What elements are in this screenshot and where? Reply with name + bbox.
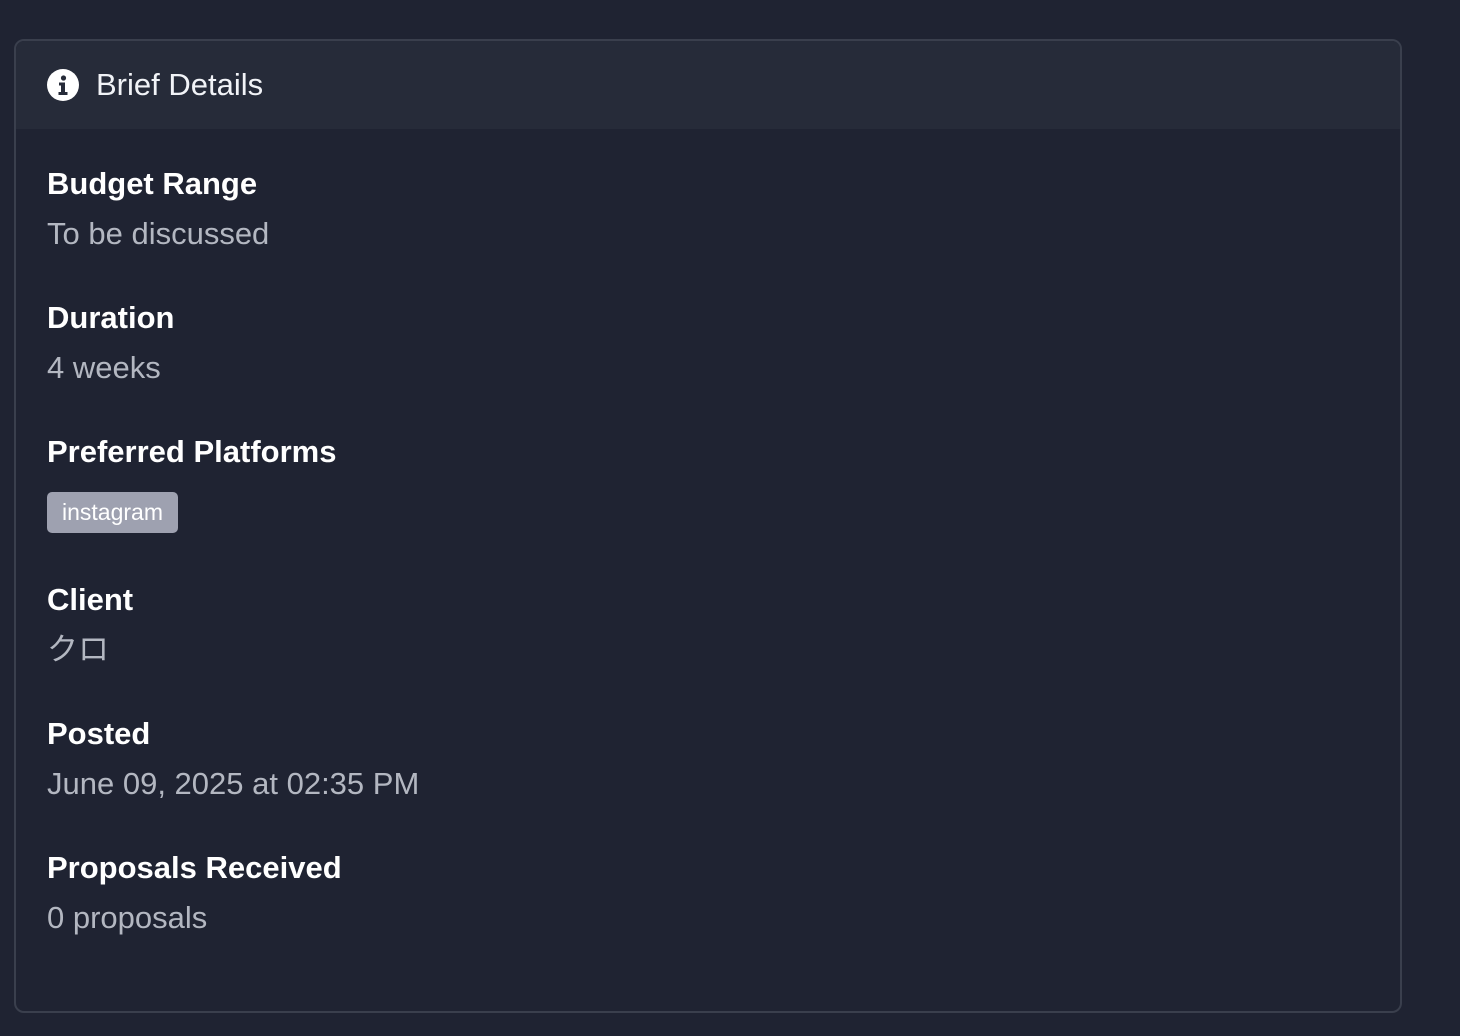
client-value: クロ (47, 632, 109, 667)
card-title: Brief Details (96, 67, 264, 102)
preferred-platforms-label: Preferred Platforms (47, 434, 337, 469)
budget-range-label: Budget Range (47, 166, 258, 201)
posted-label: Posted (47, 716, 151, 751)
posted-field: Posted June 09, 2025 at 02:35 PM (47, 716, 1400, 850)
duration-value: 4 weeks (47, 350, 161, 385)
platform-tags: instagram (47, 492, 1400, 533)
budget-range-field: Budget Range To be discussed (47, 166, 1400, 300)
proposals-received-field: Proposals Received 0 proposals (47, 850, 1400, 984)
card-body: Budget Range To be discussed Duration 4 … (16, 129, 1400, 984)
posted-value: June 09, 2025 at 02:35 PM (47, 766, 420, 801)
platform-tag-instagram: instagram (47, 492, 178, 533)
preferred-platforms-field: Preferred Platforms instagram (47, 434, 1400, 582)
info-icon (47, 69, 79, 101)
client-label: Client (47, 582, 134, 617)
proposals-received-value: 0 proposals (47, 900, 208, 935)
brief-details-card: Brief Details Budget Range To be discuss… (14, 39, 1402, 1013)
duration-field: Duration 4 weeks (47, 300, 1400, 434)
budget-range-value: To be discussed (47, 216, 270, 251)
client-field: Client クロ (47, 582, 1400, 716)
proposals-received-label: Proposals Received (47, 850, 342, 885)
duration-label: Duration (47, 300, 175, 335)
card-header: Brief Details (16, 41, 1400, 129)
